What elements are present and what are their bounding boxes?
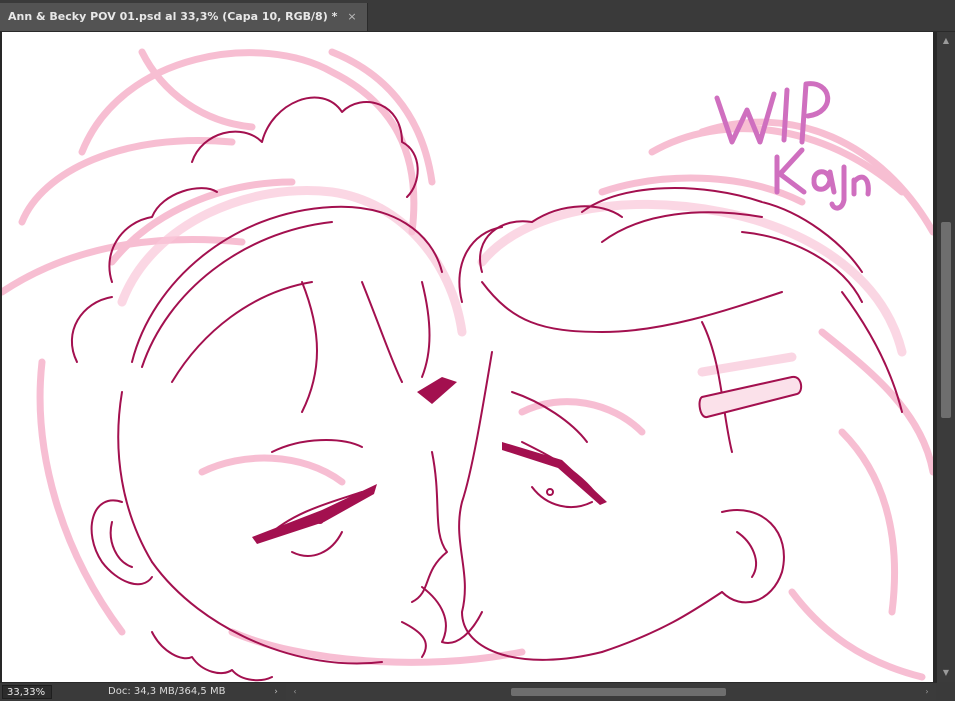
horizontal-scroll-thumb[interactable] [511, 688, 726, 696]
document-tab-title: Ann & Becky POV 01.psd al 33,3% (Capa 10… [8, 10, 338, 23]
zoom-level-field[interactable]: 33,33% [2, 685, 52, 699]
document-size-info: Doc: 34,3 MB/364,5 MB [108, 686, 226, 697]
horizontal-scrollbar[interactable]: ‹ › [286, 684, 936, 700]
status-menu-chevron-icon[interactable]: › [270, 683, 282, 701]
scrollbar-corner [937, 682, 955, 700]
scroll-left-arrow-icon[interactable]: ‹ [288, 684, 302, 700]
document-tab[interactable]: Ann & Becky POV 01.psd al 33,3% (Capa 10… [0, 3, 368, 31]
scroll-right-arrow-icon[interactable]: › [920, 684, 934, 700]
close-icon[interactable]: × [347, 3, 356, 31]
artboard[interactable] [2, 32, 933, 682]
vertical-scrollbar[interactable]: ▲ ▼ [937, 32, 955, 682]
vertical-scroll-thumb[interactable] [941, 222, 951, 418]
sketch-artwork [2, 48, 933, 682]
scroll-up-arrow-icon[interactable]: ▲ [937, 34, 955, 48]
ink-glow-layer [117, 186, 907, 377]
canvas-area[interactable] [0, 32, 937, 682]
status-bar: 33,33% Doc: 34,3 MB/364,5 MB › ‹ › [0, 682, 955, 701]
scroll-down-arrow-icon[interactable]: ▼ [937, 666, 955, 680]
document-tab-bar: Ann & Becky POV 01.psd al 33,3% (Capa 10… [0, 0, 955, 32]
